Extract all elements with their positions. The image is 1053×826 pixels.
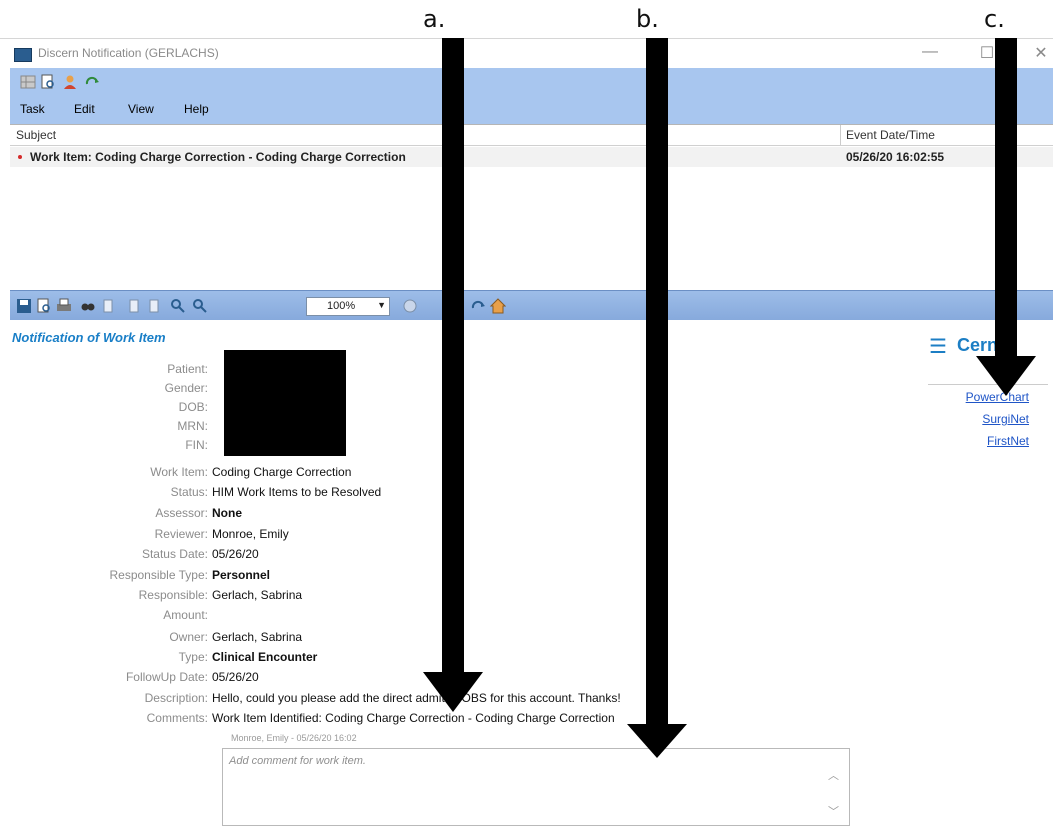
field-label: Comments: <box>146 711 208 725</box>
app-icon <box>14 48 32 62</box>
comment-meta: Monroe, Emily - 05/26/20 16:02 <box>231 733 357 743</box>
field-label: Assessor: <box>155 506 208 520</box>
next-page-icon[interactable] <box>146 298 162 314</box>
window-titlebar: Discern Notification (GERLACHS) — ☐ ✕ <box>0 38 1053 69</box>
field-label: Responsible: <box>138 588 208 602</box>
zoom-value: 100% <box>327 300 356 312</box>
field-value: Hello, could you please add the direct a… <box>212 691 621 705</box>
back-icon[interactable] <box>402 298 418 314</box>
user-icon[interactable] <box>62 74 78 90</box>
logo-icon: ☰ <box>929 336 947 358</box>
field-value: Monroe, Emily <box>212 527 289 541</box>
menu-bar: Task Edit View Help <box>10 96 1053 124</box>
annotation-label-b: b. <box>636 5 659 33</box>
refresh-icon[interactable] <box>470 298 486 314</box>
main-toolbar <box>10 68 1053 96</box>
unread-dot-icon <box>18 155 22 159</box>
field-value: None <box>212 506 242 520</box>
annotation-label-a: a. <box>423 5 446 33</box>
field-label: DOB: <box>178 400 208 414</box>
list-item-datetime: 05/26/20 16:02:55 <box>846 150 945 164</box>
grid-icon[interactable] <box>20 74 36 90</box>
field-label: Status Date: <box>141 547 208 561</box>
link-firstnet[interactable]: FirstNet <box>987 434 1029 448</box>
column-header-event-datetime[interactable]: Event Date/Time <box>846 128 935 142</box>
annotation-label-c: c. <box>984 5 1005 33</box>
chevron-down-icon: ▼ <box>377 300 386 310</box>
home-icon[interactable] <box>490 298 506 314</box>
notification-content: Notification of Work Item ☰ Cerner Power… <box>10 320 1053 826</box>
field-value: Gerlach, Sabrina <box>212 588 303 602</box>
arrowhead-icon <box>976 356 1036 396</box>
field-label: Description: <box>144 691 208 705</box>
menu-view[interactable]: View <box>128 102 154 116</box>
field-label: Owner: <box>169 630 208 644</box>
close-button[interactable]: ✕ <box>1026 43 1053 63</box>
field-value: Work Item Identified: Coding Charge Corr… <box>212 711 615 725</box>
field-label: Reviewer: <box>154 527 208 541</box>
save-icon[interactable] <box>16 298 32 314</box>
field-label: FIN: <box>185 438 208 452</box>
arrowhead-icon <box>627 724 687 758</box>
list-item-subject: Work Item: Coding Charge Correction - Co… <box>30 150 406 164</box>
zoom-select[interactable]: 100% ▼ <box>306 297 390 316</box>
field-value: Personnel <box>212 568 271 582</box>
field-value: HIM Work Items to be Resolved <box>212 485 382 499</box>
page-icon[interactable] <box>100 298 116 314</box>
field-value: Coding Charge Correction <box>212 465 352 479</box>
column-header-subject[interactable]: Subject <box>16 128 56 142</box>
refresh-icon[interactable] <box>84 74 100 90</box>
list-header: Subject Event Date/Time <box>10 125 1053 146</box>
find-icon[interactable] <box>80 298 96 314</box>
field-label: Type: <box>178 650 208 664</box>
scroll-up-icon[interactable]: ︿ <box>828 767 839 783</box>
field-label: Status: <box>170 485 208 499</box>
field-label: MRN: <box>177 419 208 433</box>
print-preview-icon[interactable] <box>40 74 56 90</box>
field-label: Amount: <box>163 608 208 622</box>
menu-edit[interactable]: Edit <box>74 102 95 116</box>
previous-page-icon[interactable] <box>126 298 142 314</box>
redaction-box <box>224 350 346 456</box>
scroll-down-icon[interactable]: ﹀ <box>828 803 839 819</box>
field-value: 05/26/20 <box>212 670 259 684</box>
field-label: Gender: <box>164 381 208 395</box>
menu-task[interactable]: Task <box>20 102 45 116</box>
field-value: Gerlach, Sabrina <box>212 630 303 644</box>
field-value: Clinical Encounter <box>212 650 318 664</box>
minimize-button[interactable]: — <box>915 43 945 61</box>
viewer-toolbar: 100% ▼ <box>10 290 1053 321</box>
notification-list: Subject Event Date/Time Work Item: Codin… <box>10 124 1053 291</box>
field-label: Responsible Type: <box>109 568 208 582</box>
window-title: Discern Notification (GERLACHS) <box>38 46 219 60</box>
zoom-in-icon[interactable] <box>170 298 186 314</box>
print-preview-icon[interactable] <box>36 298 52 314</box>
field-label: Patient: <box>167 362 208 376</box>
comment-placeholder: Add comment for work item. <box>229 755 366 767</box>
page-title: Notification of Work Item <box>12 330 166 345</box>
print-icon[interactable] <box>56 298 72 314</box>
list-item[interactable]: Work Item: Coding Charge Correction - Co… <box>10 147 1053 167</box>
field-value: 05/26/20 <box>212 547 259 561</box>
field-label: Work Item: <box>150 465 208 479</box>
zoom-out-icon[interactable] <box>192 298 208 314</box>
comment-input[interactable]: Add comment for work item. ︿ ﹀ <box>222 748 850 826</box>
menu-help[interactable]: Help <box>184 102 209 116</box>
column-separator <box>840 125 841 145</box>
arrowhead-icon <box>423 672 483 712</box>
link-surginet[interactable]: SurgiNet <box>982 412 1029 426</box>
field-label: FollowUp Date: <box>125 670 208 684</box>
